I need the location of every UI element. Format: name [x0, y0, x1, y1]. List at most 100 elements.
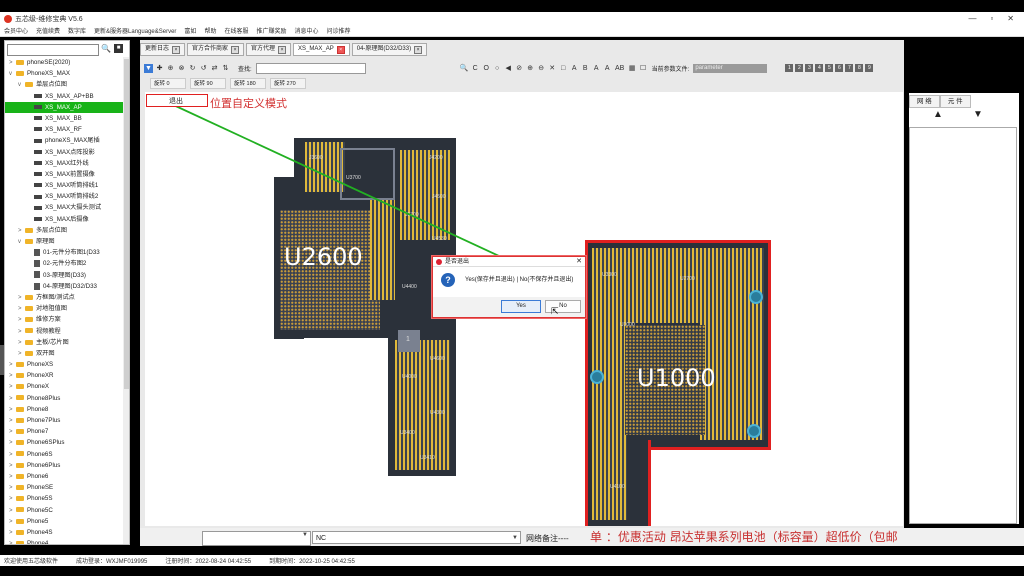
menu-promotion[interactable]: 推广赚奖励 — [256, 26, 286, 35]
tree-item[interactable]: > 方框图/测试点 — [5, 292, 123, 303]
search-icon[interactable]: 🔍 — [460, 64, 469, 73]
tree-item[interactable]: > Phone6Plus — [5, 460, 123, 471]
chevron-right-icon[interactable]: > — [9, 360, 16, 370]
chevron-right-icon[interactable]: > — [9, 405, 16, 415]
chevron-down-icon[interactable]: v — [18, 80, 25, 90]
tab-close-icon[interactable]: × — [414, 45, 423, 54]
search-icon[interactable]: 🔍 — [101, 44, 111, 54]
flip-h-icon[interactable]: ⇄ — [210, 64, 219, 73]
chevron-right-icon[interactable]: > — [9, 494, 16, 504]
tree-item[interactable]: > Phone6 — [5, 471, 123, 482]
text-b-icon[interactable]: B — [581, 64, 590, 73]
layer-button-9[interactable]: 9 — [865, 64, 874, 72]
tab-document[interactable]: 更新日志 × — [140, 43, 186, 56]
tab-close-icon[interactable]: × — [172, 45, 181, 54]
chevron-right-icon[interactable]: > — [9, 382, 16, 392]
tree-item[interactable]: > Phone4 — [5, 538, 123, 544]
chevron-right-icon[interactable]: > — [9, 416, 16, 426]
tree-item[interactable]: > PhoneXR — [5, 370, 123, 381]
menu-language-server[interactable]: 更新&服务器Language&Server — [94, 26, 176, 35]
tree-item[interactable]: XS_MAX红外线 — [5, 158, 123, 169]
rotate-ccw-icon[interactable]: ↺ — [199, 64, 208, 73]
layer-button-1[interactable]: 1 — [785, 64, 794, 72]
cancel-icon[interactable]: ⊗ — [177, 64, 186, 73]
menu-help[interactable]: 帮助 — [204, 26, 216, 35]
net-select[interactable]: ▼ — [202, 531, 311, 546]
tab-part[interactable]: 元 件 — [939, 95, 971, 108]
chevron-right-icon[interactable]: > — [9, 483, 16, 493]
tree-item[interactable]: > 视频教程 — [5, 326, 123, 337]
ring-icon[interactable]: ○ — [493, 64, 502, 73]
tree-item[interactable]: XS_MAX_AP — [5, 101, 123, 113]
minimize-icon[interactable]: — — [968, 14, 976, 23]
param-file-input[interactable]: parameter — [693, 63, 768, 73]
chevron-right-icon[interactable]: > — [18, 226, 25, 236]
layer-button-2[interactable]: 2 — [795, 64, 804, 72]
grid-icon[interactable]: ▦ — [628, 64, 637, 73]
promo-marquee[interactable]: 单 ：优惠活动 昂达苹果系列电池（标容量）超低价（包邮 — [590, 529, 1020, 545]
rotate-90-button[interactable]: 旋转 90 — [190, 78, 226, 89]
yes-button[interactable]: Yes — [501, 300, 541, 313]
tree-search-input[interactable] — [7, 44, 99, 56]
close-icon[interactable]: ✕ — [548, 64, 557, 73]
chevron-right-icon[interactable]: > — [18, 338, 25, 348]
tree-item[interactable]: > 双开图 — [5, 348, 123, 359]
chevron-right-icon[interactable]: > — [18, 304, 25, 314]
tree-item[interactable]: XS_MAX后摄像 — [5, 214, 123, 225]
menu-database[interactable]: 数字库 — [68, 26, 86, 35]
tree-item[interactable]: > Phone8Plus — [5, 393, 123, 404]
chevron-right-icon[interactable]: > — [18, 349, 25, 359]
chevron-down-icon[interactable]: v — [18, 237, 25, 247]
tree-item[interactable]: v PhoneXS_MAX — [5, 68, 123, 79]
rotate-270-button[interactable]: 旋转 270 — [270, 78, 306, 89]
text-a2-icon[interactable]: A — [592, 64, 601, 73]
tab-net[interactable]: 网 络 — [909, 95, 940, 108]
menu-member[interactable]: 会员中心 — [4, 26, 28, 35]
tree-item[interactable]: > Phone6SPlus — [5, 437, 123, 448]
menu-recommend[interactable]: 问诊推荐 — [327, 26, 351, 35]
tree-item[interactable]: > 维修方案 — [5, 314, 123, 325]
chevron-right-icon[interactable]: > — [9, 427, 16, 437]
tab-document[interactable]: 04-原理图(D32/D33) × — [351, 43, 428, 56]
tree-item[interactable]: > Phone5C — [5, 505, 123, 516]
tree-item[interactable]: XS_MAX_BB — [5, 113, 123, 124]
chevron-right-icon[interactable]: > — [18, 315, 25, 325]
tree-item[interactable]: > PhoneX — [5, 381, 123, 392]
close-icon[interactable]: ✕ — [1007, 14, 1014, 23]
tree-item[interactable]: > Phone7Plus — [5, 415, 123, 426]
collapse-icon[interactable]: ■ — [114, 44, 123, 53]
tree-item[interactable]: XS_MAX_RF — [5, 124, 123, 135]
tree-item[interactable]: 03-原理图(D33) — [5, 270, 123, 281]
tab-close-icon[interactable]: × — [278, 45, 287, 54]
layer-button-8[interactable]: 8 — [855, 64, 864, 72]
tree-item[interactable]: > 对地阻值图 — [5, 303, 123, 314]
tab-document[interactable]: 官方合作商家 × — [187, 43, 245, 56]
tree-item[interactable]: XS_MAX前置摄像 — [5, 169, 123, 180]
chevron-right-icon[interactable]: > — [9, 517, 16, 527]
tree-item[interactable]: > Phone4S — [5, 527, 123, 538]
tree-item[interactable]: > Phone7 — [5, 426, 123, 437]
tree-item[interactable]: 04-原理图(D32/D33 — [5, 281, 123, 292]
net-value-select[interactable]: NC ▼ — [312, 531, 521, 544]
layer-button-6[interactable]: 6 — [835, 64, 844, 72]
down-arrow-icon[interactable]: ▼ — [973, 109, 983, 120]
chevron-right-icon[interactable]: > — [9, 528, 16, 538]
menu-messages[interactable]: 消息中心 — [294, 26, 318, 35]
right-panel-list[interactable] — [909, 127, 1017, 524]
menu-online-service[interactable]: 在线客服 — [224, 26, 248, 35]
tree-item[interactable]: XS_MAX_AP+BB — [5, 91, 123, 102]
chevron-right-icon[interactable]: > — [9, 450, 16, 460]
layer-button-4[interactable]: 4 — [815, 64, 824, 72]
menu-recharge[interactable]: 充值续费 — [36, 26, 60, 35]
tree-item[interactable]: > Phone6S — [5, 449, 123, 460]
chevron-right-icon[interactable]: > — [18, 327, 25, 337]
filter-icon[interactable]: ▼ — [144, 63, 153, 73]
tab-document[interactable]: 官方代理 × — [246, 43, 292, 56]
sidebar-scrollbar-thumb[interactable] — [124, 59, 129, 389]
plus-icon[interactable]: ✚ — [155, 64, 164, 73]
tree-item[interactable]: > 主板/芯片图 — [5, 337, 123, 348]
zoom-in-icon[interactable]: ⊕ — [166, 64, 175, 73]
tab-document[interactable]: XS_MAX_AP × — [293, 43, 350, 56]
chevron-right-icon[interactable]: > — [9, 394, 16, 404]
tree-item[interactable]: > Phone5 — [5, 516, 123, 527]
